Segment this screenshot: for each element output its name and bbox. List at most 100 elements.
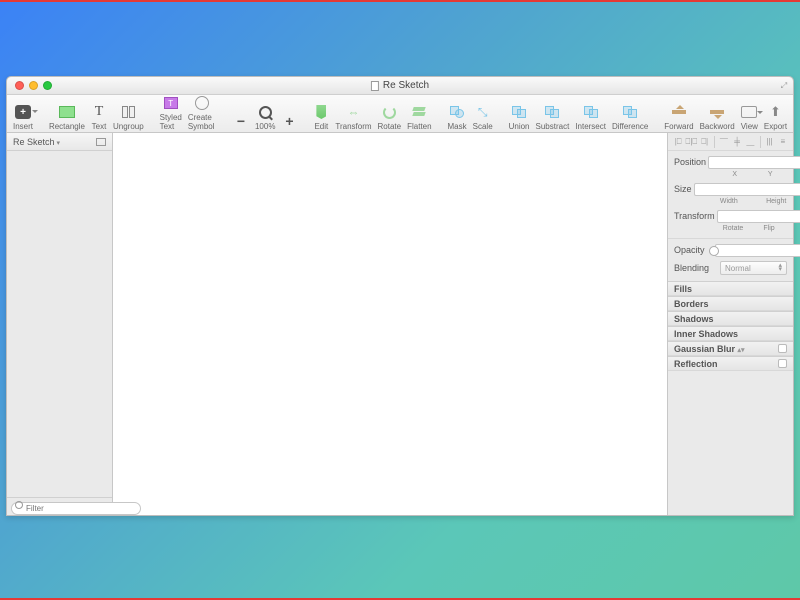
subtract-icon [545,106,559,118]
minimize-button[interactable] [29,81,38,90]
layers-panel: Re Sketch ◫ ↖0 [7,133,113,515]
distribute-h-button[interactable]: ||| [763,136,775,148]
filter-wrapper [11,498,141,516]
align-right-button[interactable]: ⎕| [699,136,711,148]
view-button[interactable]: View [741,95,758,131]
forward-button[interactable]: Forward [664,95,693,131]
shadows-header[interactable]: Shadows [668,311,793,326]
transform-label: Transform [674,211,715,221]
position-label: Position [674,157,706,167]
export-icon: ⬆ [767,104,783,120]
separator [760,136,761,148]
transform-icon: ⇔ [345,104,361,120]
position-x-field[interactable] [708,156,800,169]
blending-label: Blending [674,263,716,273]
zoom-button[interactable] [43,81,52,90]
backward-button[interactable]: Backword [700,95,735,131]
difference-icon [623,106,637,118]
opacity-label: Opacity [674,245,705,255]
filter-bar: ◫ ↖0 [7,497,112,515]
plus-icon: + [15,105,31,119]
text-button[interactable]: TText [91,95,107,131]
create-symbol-button[interactable]: Create Symbol [188,95,217,131]
rotate-button[interactable]: Rotate [378,95,402,131]
flatten-button[interactable]: Flatten [407,95,431,131]
align-top-button[interactable]: ⎺ [718,136,730,148]
app-window: Re Sketch ⤢ +Insert Rectangle TText Ungr… [6,76,794,516]
opacity-field[interactable] [715,244,800,257]
reflection-checkbox[interactable] [778,359,787,368]
title-text: Re Sketch [383,80,429,91]
flatten-icon [413,107,425,117]
edit-button[interactable]: Edit [313,95,329,131]
page-name: Re Sketch [13,137,60,147]
filter-input[interactable] [11,502,141,515]
toolbar: +Insert Rectangle TText Ungroup TStyled … [7,95,793,133]
traffic-lights [7,81,52,90]
export-button[interactable]: ⬆Export [764,95,787,131]
subtract-button[interactable]: Substract [536,95,570,131]
artboard-icon[interactable] [96,138,106,146]
plus-icon: + [281,113,297,129]
chevron-updown-icon: ▴▾ [738,347,745,354]
align-controls: |⎕ ⎕|⎕ ⎕| ⎺ ╪ ⎽ ||| ≡ [668,133,793,151]
canvas[interactable] [113,133,667,515]
ungroup-button[interactable]: Ungroup [113,95,144,131]
size-label: Size [674,184,692,194]
union-button[interactable]: Union [509,95,530,131]
union-icon [512,106,526,118]
window-title: Re Sketch [371,80,429,91]
layers-list[interactable] [7,151,112,497]
page-selector[interactable]: Re Sketch [7,133,112,151]
pencil-icon [316,105,326,119]
intersect-button[interactable]: Intersect [575,95,606,131]
fullscreen-icon[interactable]: ⤢ [779,81,789,91]
guide-line-top [0,0,800,2]
intersect-icon [584,106,598,118]
text-icon: T [91,104,107,120]
align-center-h-button[interactable]: ⎕|⎕ [685,136,697,148]
styled-text-icon: T [164,97,178,109]
magnifier-icon [259,106,272,119]
inspector-panel: |⎕ ⎕|⎕ ⎕| ⎺ ╪ ⎽ ||| ≡ Position XY S [667,133,793,515]
align-left-button[interactable]: |⎕ [672,136,684,148]
align-center-v-button[interactable]: ╪ [731,136,743,148]
width-field[interactable] [694,183,800,196]
view-icon [741,106,757,118]
window-body: Re Sketch ◫ ↖0 |⎕ ⎕|⎕ ⎕| ⎺ ╪ ⎽ [7,133,793,515]
geometry-section: Position XY Size 🔒 WidthHeight Transform [668,151,793,238]
rectangle-icon [59,106,75,118]
appearance-section: Opacity Blending Normal▴▾ [668,238,793,281]
inner-shadows-header[interactable]: Inner Shadows [668,326,793,341]
rotate-icon [383,106,396,119]
align-bottom-button[interactable]: ⎽ [744,136,756,148]
document-icon [371,81,379,91]
insert-button[interactable]: +Insert [13,95,33,131]
gaussian-blur-header[interactable]: Gaussian Blur ▴▾ [668,341,793,356]
borders-header[interactable]: Borders [668,296,793,311]
mask-icon [450,106,464,118]
separator [714,136,715,148]
distribute-v-button[interactable]: ≡ [777,136,789,148]
close-button[interactable] [15,81,24,90]
chevron-updown-icon: ▴▾ [778,264,782,272]
titlebar[interactable]: Re Sketch ⤢ [7,77,793,95]
scale-icon: ⤡ [475,104,491,120]
ungroup-icon [122,106,135,118]
styled-text-button[interactable]: TStyled Text [160,95,182,131]
forward-icon [672,110,686,114]
scale-button[interactable]: ⤡Scale [473,95,493,131]
zoom-in-button[interactable]: + [281,95,297,131]
backward-icon [710,110,724,114]
zoom-out-button[interactable]: − [233,95,249,131]
rotate-field[interactable] [717,210,800,223]
mask-button[interactable]: Mask [448,95,467,131]
transform-button[interactable]: ⇔Transform [335,95,371,131]
blur-checkbox[interactable] [778,344,787,353]
blending-select[interactable]: Normal▴▾ [720,261,787,275]
zoom-level[interactable]: 100% [255,95,275,131]
difference-button[interactable]: Difference [612,95,648,131]
fills-header[interactable]: Fills [668,281,793,296]
reflection-header[interactable]: Reflection [668,356,793,371]
rectangle-button[interactable]: Rectangle [49,95,85,131]
